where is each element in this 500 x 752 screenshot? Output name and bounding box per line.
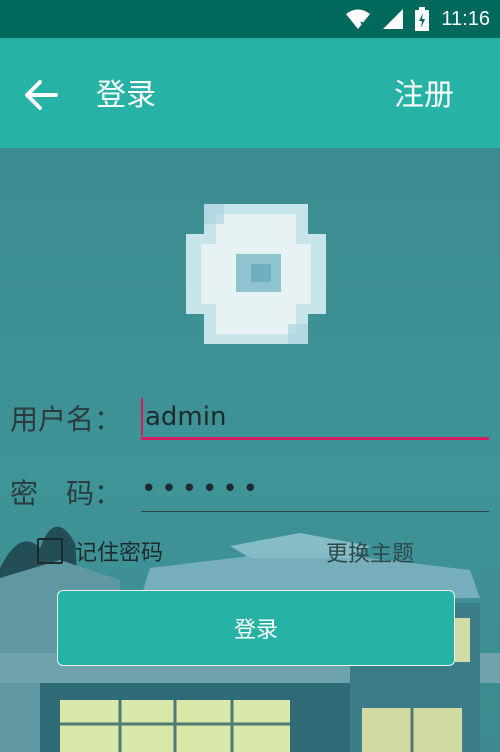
back-button[interactable] — [20, 74, 62, 116]
password-label: 密 码： — [10, 477, 123, 510]
avatar-icon — [186, 204, 326, 344]
remember-password-label: 记住密码 — [75, 541, 164, 566]
username-underline — [141, 437, 489, 440]
password-input[interactable]: •••••• — [141, 474, 487, 508]
checkbox-box[interactable] — [37, 538, 63, 564]
change-theme-button[interactable]: 更换主题 — [326, 536, 414, 568]
avatar — [176, 194, 336, 354]
status-icons: 11:16 — [345, 0, 490, 38]
password-underline — [141, 511, 489, 512]
login-button[interactable]: 登录 — [57, 590, 455, 666]
battery-charging-icon — [415, 7, 430, 31]
app-bar: 登录 注册 — [0, 38, 500, 148]
status-bar: 11:16 — [0, 0, 500, 38]
wifi-icon — [346, 9, 371, 29]
page-title: 登录 — [96, 78, 156, 113]
remember-password-checkbox[interactable]: 记住密码 — [37, 535, 163, 567]
arrow-back-icon — [25, 80, 58, 110]
status-time: 11:16 — [441, 7, 490, 30]
username-input[interactable] — [141, 398, 491, 436]
register-button[interactable]: 注册 — [394, 70, 454, 114]
username-label: 用户名： — [10, 403, 123, 436]
signal-icon — [383, 9, 404, 29]
